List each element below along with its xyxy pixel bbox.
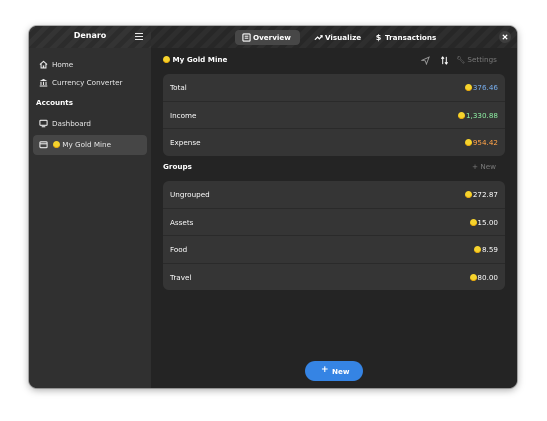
summary-row-expense[interactable]: Expense 954.42	[163, 129, 505, 156]
group-row-ungrouped[interactable]: Ungrouped 272.87	[163, 181, 505, 209]
group-row-food[interactable]: Food 8.59	[163, 236, 505, 264]
coin-icon	[163, 56, 170, 63]
coin-icon	[465, 191, 473, 198]
new-group-button[interactable]: + New	[472, 162, 496, 171]
dollar-icon: $	[375, 33, 382, 42]
send-icon[interactable]	[421, 56, 430, 65]
row-value: 954.42	[465, 138, 498, 147]
plus-icon: +	[472, 162, 479, 171]
group-row-travel[interactable]: Travel 80.00	[163, 264, 505, 291]
row-value: 272.87	[465, 190, 498, 199]
home-icon	[39, 60, 48, 69]
row-label: Assets	[170, 217, 194, 227]
tab-label: Transactions	[385, 33, 437, 42]
new-transaction-button[interactable]: + New	[305, 361, 363, 381]
transfer-icon[interactable]	[440, 56, 449, 65]
coin-icon	[469, 273, 477, 281]
sidebar-item-my-gold-mine[interactable]: My Gold Mine	[33, 135, 147, 155]
new-transaction-label: New	[332, 367, 350, 376]
sidebar-item-dashboard[interactable]: Dashboard	[33, 114, 147, 134]
summary-card: Total 376.46 Income 1,330.88 Expense 954…	[163, 74, 505, 156]
row-value: 1,330.88	[458, 111, 498, 120]
row-label: Expense	[170, 138, 201, 147]
coin-icon	[458, 111, 466, 119]
sidebar-item-currency-converter[interactable]: Currency Converter	[33, 73, 147, 93]
row-value: 8.59	[474, 245, 498, 254]
groups-card: Ungrouped 272.87 Assets 15.00 Food 8.59 …	[163, 181, 505, 290]
main-menu-icon[interactable]	[135, 33, 143, 41]
close-button[interactable]	[499, 31, 511, 43]
monitor-icon	[39, 119, 48, 128]
sidebar-item-label: My Gold Mine	[62, 140, 112, 149]
account-title: My Gold Mine	[163, 55, 227, 64]
sidebar: Denaro Home Currency Converter Accounts	[29, 26, 151, 388]
sidebar-header: Denaro	[29, 26, 151, 48]
tab-label: Overview	[253, 33, 291, 42]
coin-icon	[465, 139, 473, 146]
wrench-icon: 🔧︎	[456, 55, 466, 64]
row-label: Total	[170, 83, 187, 92]
plus-icon: +	[321, 365, 329, 375]
summary-row-income[interactable]: Income 1,330.88	[163, 102, 505, 129]
sidebar-item-label: Dashboard	[52, 119, 91, 128]
app-title: Denaro	[73, 31, 107, 40]
row-label: Ungrouped	[170, 190, 210, 199]
row-label: Food	[170, 245, 188, 254]
tab-transactions[interactable]: $ Transactions	[367, 30, 447, 45]
row-label: Income	[170, 110, 197, 120]
coin-icon	[465, 84, 473, 91]
sidebar-item-label: Currency Converter	[52, 78, 123, 87]
row-value: 376.46	[465, 83, 498, 92]
settings-button[interactable]: 🔧︎ Settings	[456, 55, 497, 64]
settings-label: Settings	[467, 55, 497, 64]
new-group-label: New	[480, 162, 497, 171]
row-label: Travel	[170, 272, 192, 282]
row-value: 15.00	[469, 218, 498, 227]
coin-icon	[474, 246, 482, 253]
groups-title: Groups	[163, 162, 192, 171]
main-content: Overview Visualize $ Transactions My Gol…	[151, 26, 517, 388]
tab-overview[interactable]: Overview	[235, 30, 300, 45]
coin-icon	[53, 141, 60, 148]
group-row-assets[interactable]: Assets 15.00	[163, 209, 505, 236]
wallet-icon	[39, 141, 48, 149]
accounts-section-label: Accounts	[36, 98, 73, 107]
sidebar-item-home[interactable]: Home	[33, 55, 147, 75]
bank-icon	[39, 78, 48, 87]
header-bar: Overview Visualize $ Transactions	[151, 26, 517, 48]
row-value: 80.00	[469, 273, 498, 282]
tab-label: Visualize	[325, 33, 362, 42]
account-title-text: My Gold Mine	[172, 55, 228, 64]
close-icon	[502, 34, 508, 40]
coin-icon	[469, 218, 477, 226]
summary-row-total[interactable]: Total 376.46	[163, 74, 505, 102]
sidebar-item-label: Home	[52, 60, 74, 69]
app-window: Denaro Home Currency Converter Accounts	[29, 26, 517, 388]
trend-icon	[314, 35, 323, 41]
tab-visualize[interactable]: Visualize	[307, 30, 367, 45]
overview-icon	[242, 33, 251, 42]
